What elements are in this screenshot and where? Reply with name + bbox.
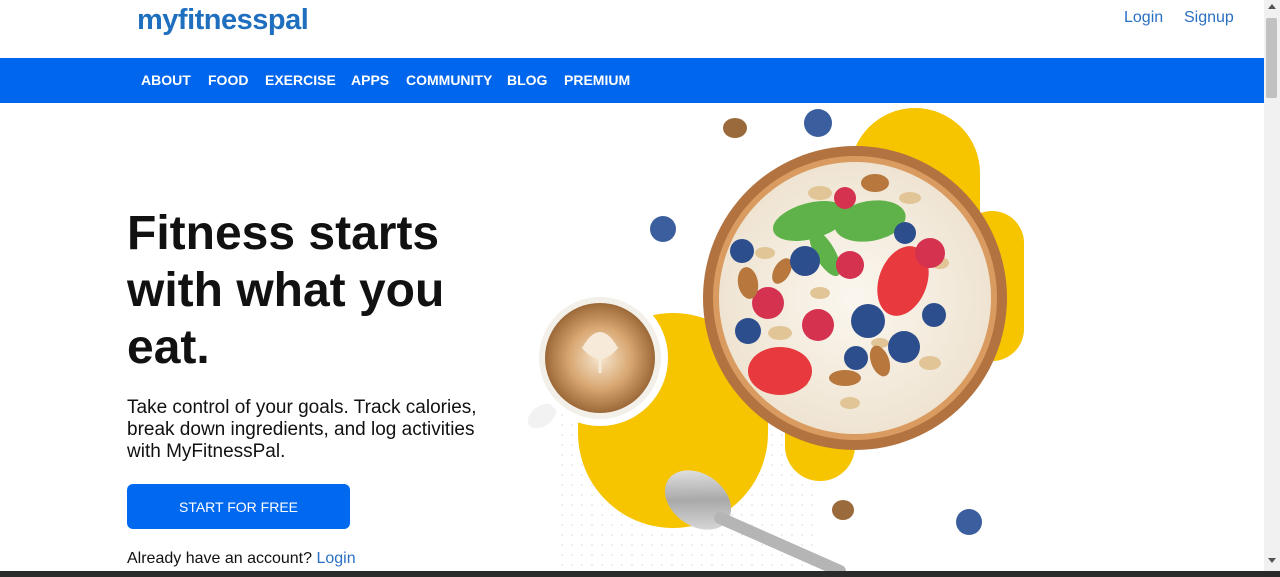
site-logo[interactable]: myfitnesspal™ (137, 0, 316, 37)
hero-login-link[interactable]: Login (316, 550, 355, 567)
site-header: myfitnesspal™ Login Signup (0, 0, 1264, 58)
cta-label: START FOR FREE (178, 498, 298, 515)
logo-text: myfitnesspal (137, 4, 309, 36)
start-for-free-button[interactable]: START FOR FREE (127, 484, 350, 529)
hero-title: Fitness starts with what you eat. (127, 205, 527, 376)
hero-title-line3: eat. (127, 321, 210, 374)
scroll-up-icon[interactable] (1268, 4, 1276, 9)
account-prompt-text: Already have an account? (127, 550, 313, 567)
nav-item-exercise[interactable]: EXERCISE (265, 72, 336, 88)
hero-title-line1: Fitness starts (127, 207, 440, 260)
main-nav: ABOUT FOOD EXERCISE APPS COMMUNITY BLOG … (0, 58, 1264, 103)
signup-link[interactable]: Signup (1184, 9, 1234, 27)
nav-item-food[interactable]: FOOD (208, 72, 248, 88)
food-bowl-illustration (527, 108, 1024, 571)
nav-item-about[interactable]: ABOUT (141, 72, 191, 88)
hero-title-line2: with what you (127, 264, 445, 317)
account-prompt: Already have an account? Login (127, 550, 356, 568)
nav-item-premium[interactable]: PREMIUM (564, 72, 630, 88)
logo-trademark: ™ (309, 0, 316, 5)
nav-item-community[interactable]: COMMUNITY (406, 72, 492, 88)
scroll-down-icon[interactable] (1268, 558, 1276, 563)
nav-item-apps[interactable]: APPS (351, 72, 389, 88)
scrollbar-thumb[interactable] (1266, 18, 1277, 98)
taskbar-edge (0, 571, 1280, 577)
hero-subtitle: Take control of your goals. Track calori… (127, 397, 477, 462)
nav-item-blog[interactable]: BLOG (507, 72, 547, 88)
login-link[interactable]: Login (1124, 9, 1163, 27)
